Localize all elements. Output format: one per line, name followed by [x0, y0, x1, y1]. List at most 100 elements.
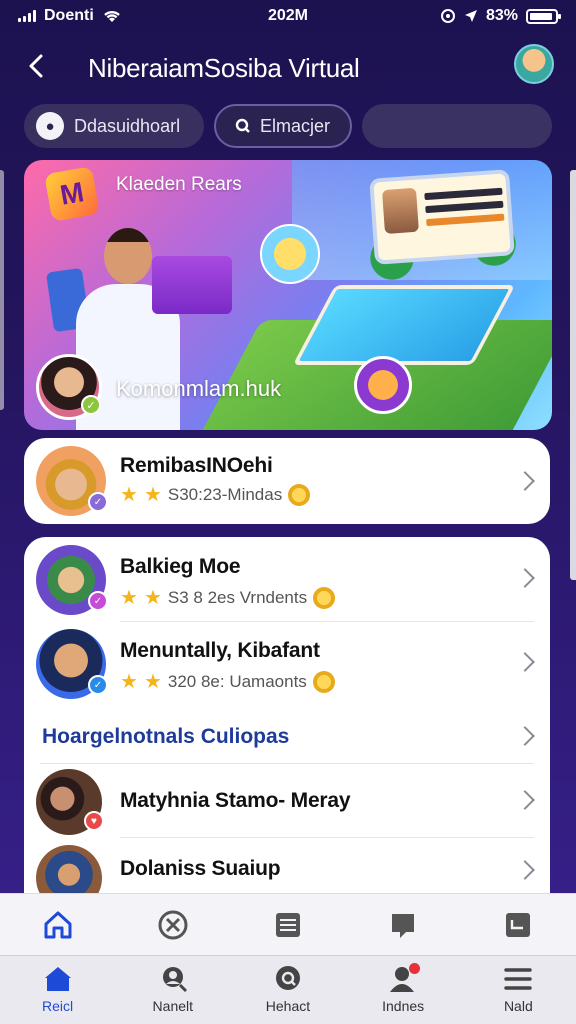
- avatar: ♥: [36, 769, 104, 835]
- chevron-right-icon: [515, 471, 535, 491]
- app-header: NiberaiamSosiba Virtual: [0, 40, 576, 96]
- featured-name: RemibasINOehi: [120, 454, 273, 477]
- tab-menu-label: Nald: [503, 998, 533, 1014]
- featured-meta: ★ ★ S30:23-Mindas: [120, 484, 311, 506]
- verified-badge-icon: ✓: [88, 591, 108, 611]
- empty-pill[interactable]: [362, 104, 552, 148]
- wifi-icon: [103, 10, 120, 22]
- star-icon: ★: [143, 484, 162, 506]
- signal-icon: [18, 10, 36, 22]
- divider: [120, 837, 534, 838]
- list-item-name: Dolaniss Suaiup: [120, 857, 281, 880]
- dashboard-pill-label: Ddasuidhoarl: [74, 115, 181, 136]
- billboard-portrait: [381, 187, 419, 235]
- chevron-right-icon: [515, 860, 535, 880]
- home-button[interactable]: [28, 903, 88, 947]
- star-icon: ★: [143, 671, 162, 693]
- verified-badge-icon: ✓: [81, 395, 101, 415]
- section-header[interactable]: Hoargelnotnals Culiopas: [24, 713, 550, 761]
- list-item[interactable]: ✓ Balkieg Moe ★ ★ S3 8 2es Vrndents: [24, 545, 550, 617]
- list-item-meta: ★ ★ 320 8e: Uamaonts: [120, 671, 335, 693]
- hero-label: Klaeden Rears: [116, 174, 242, 195]
- tab-chat[interactable]: Hehact: [240, 964, 336, 1014]
- hero-subtitle: Komonmlam.huk: [116, 376, 282, 401]
- action-toolbar: [0, 893, 576, 955]
- hero-banner[interactable]: M Klaeden Rears ✓ Komonmlam.huk: [24, 160, 552, 430]
- tab-home-label: Reicl: [42, 998, 74, 1014]
- hero-billboard: [369, 169, 515, 265]
- tab-chat-label: Hehact: [265, 998, 311, 1014]
- star-icon: ★: [120, 671, 138, 693]
- battery-percent: 83%: [485, 7, 518, 24]
- list-icon: [275, 912, 300, 937]
- list-item-name: Balkieg Moe: [120, 555, 241, 578]
- list-item-name: Menuntally, Kibafant: [120, 639, 320, 662]
- star-icon: ★: [143, 587, 162, 609]
- tab-profile-label: Indnes: [382, 998, 425, 1014]
- menu-icon: [501, 964, 535, 994]
- battery-icon: [526, 8, 561, 24]
- tab-bar: Reicl Nanelt Hehact Indnes Nald: [0, 955, 576, 1024]
- section-title: Hoargelnotnals Culiopas: [42, 725, 290, 748]
- verified-badge-icon: ✓: [88, 492, 108, 512]
- favorite-badge-icon: ♥: [84, 811, 104, 831]
- coin-icon: [313, 587, 336, 609]
- list-item[interactable]: ✓ RemibasINOehi ★ ★ S30:23-Mindas: [24, 446, 550, 516]
- compass-icon: [158, 910, 188, 939]
- tab-profile[interactable]: Indnes: [355, 963, 451, 1014]
- avatar: ✓: [36, 629, 108, 699]
- dashboard-pill[interactable]: ● Ddasuidhoarl: [24, 104, 204, 148]
- list-item[interactable]: ✓ Menuntally, Kibafant ★ ★ 320 8e: Uamao…: [24, 629, 550, 701]
- billboard-text: [424, 187, 505, 232]
- tab-home[interactable]: Reicl: [10, 964, 106, 1014]
- toy-castle-graphic: [152, 256, 232, 314]
- tab-search[interactable]: Nanelt: [125, 964, 221, 1014]
- coin-icon: [312, 671, 335, 693]
- manager-pill[interactable]: Elmacjer: [214, 104, 352, 148]
- tab-menu[interactable]: Nald: [470, 964, 566, 1014]
- coin-icon: [288, 484, 311, 506]
- chevron-right-icon: [515, 726, 535, 746]
- star-icon: ★: [120, 484, 138, 506]
- list-item[interactable]: ♥ Matyhnia Stamo- Meray: [24, 769, 550, 835]
- list-item-meta: ★ ★ S3 8 2es Vrndents: [120, 587, 336, 609]
- featured-card[interactable]: ✓ RemibasINOehi ★ ★ S30:23-Mindas: [24, 438, 550, 524]
- back-button[interactable]: [20, 50, 52, 82]
- hero-bubble-graphic: [260, 224, 320, 284]
- chevron-left-icon: [29, 54, 43, 78]
- location-icon: [464, 10, 477, 22]
- search-icon: [234, 117, 252, 135]
- chevron-right-icon: [515, 790, 535, 810]
- home-icon: [41, 964, 75, 994]
- manager-pill-label: Elmacjer: [260, 115, 331, 136]
- divider: [40, 763, 534, 764]
- bookmark-icon: [392, 913, 415, 938]
- app-logo-icon: M: [44, 166, 100, 222]
- tab-search-label: Nanelt: [152, 998, 194, 1014]
- search-person-icon: [156, 964, 190, 994]
- page-title: NiberaiamSosiba Virtual: [88, 53, 360, 83]
- user-avatar[interactable]: [514, 44, 554, 84]
- bookmark-button[interactable]: [373, 903, 433, 947]
- verified-badge-icon: ✓: [88, 675, 108, 695]
- status-bar: Doenti 202M 83%: [0, 0, 576, 32]
- calendar-button[interactable]: [488, 903, 548, 947]
- chevron-right-icon: [515, 652, 535, 672]
- star-icon: ★: [120, 587, 138, 609]
- previous-card-peek: [0, 170, 4, 410]
- explore-button[interactable]: [143, 903, 203, 947]
- filter-pills: ● Ddasuidhoarl Elmacjer: [24, 104, 552, 148]
- hero-phone-graphic: [354, 356, 412, 414]
- hero-avatar[interactable]: ✓: [36, 354, 102, 420]
- list-button[interactable]: [258, 903, 318, 947]
- avatar: ✓: [36, 446, 108, 516]
- profile-icon: ●: [36, 112, 64, 140]
- chat-icon: [271, 964, 305, 994]
- list-item-meta-text: S3 8 2es Vrndents: [167, 588, 308, 607]
- list-card: ✓ Balkieg Moe ★ ★ S3 8 2es Vrndents ✓ Me…: [24, 537, 550, 917]
- home-icon: [44, 911, 72, 938]
- divider: [120, 621, 534, 622]
- list-item-name: Matyhnia Stamo- Meray: [120, 789, 351, 812]
- notification-dot: [409, 963, 421, 974]
- calendar-icon: [506, 912, 531, 937]
